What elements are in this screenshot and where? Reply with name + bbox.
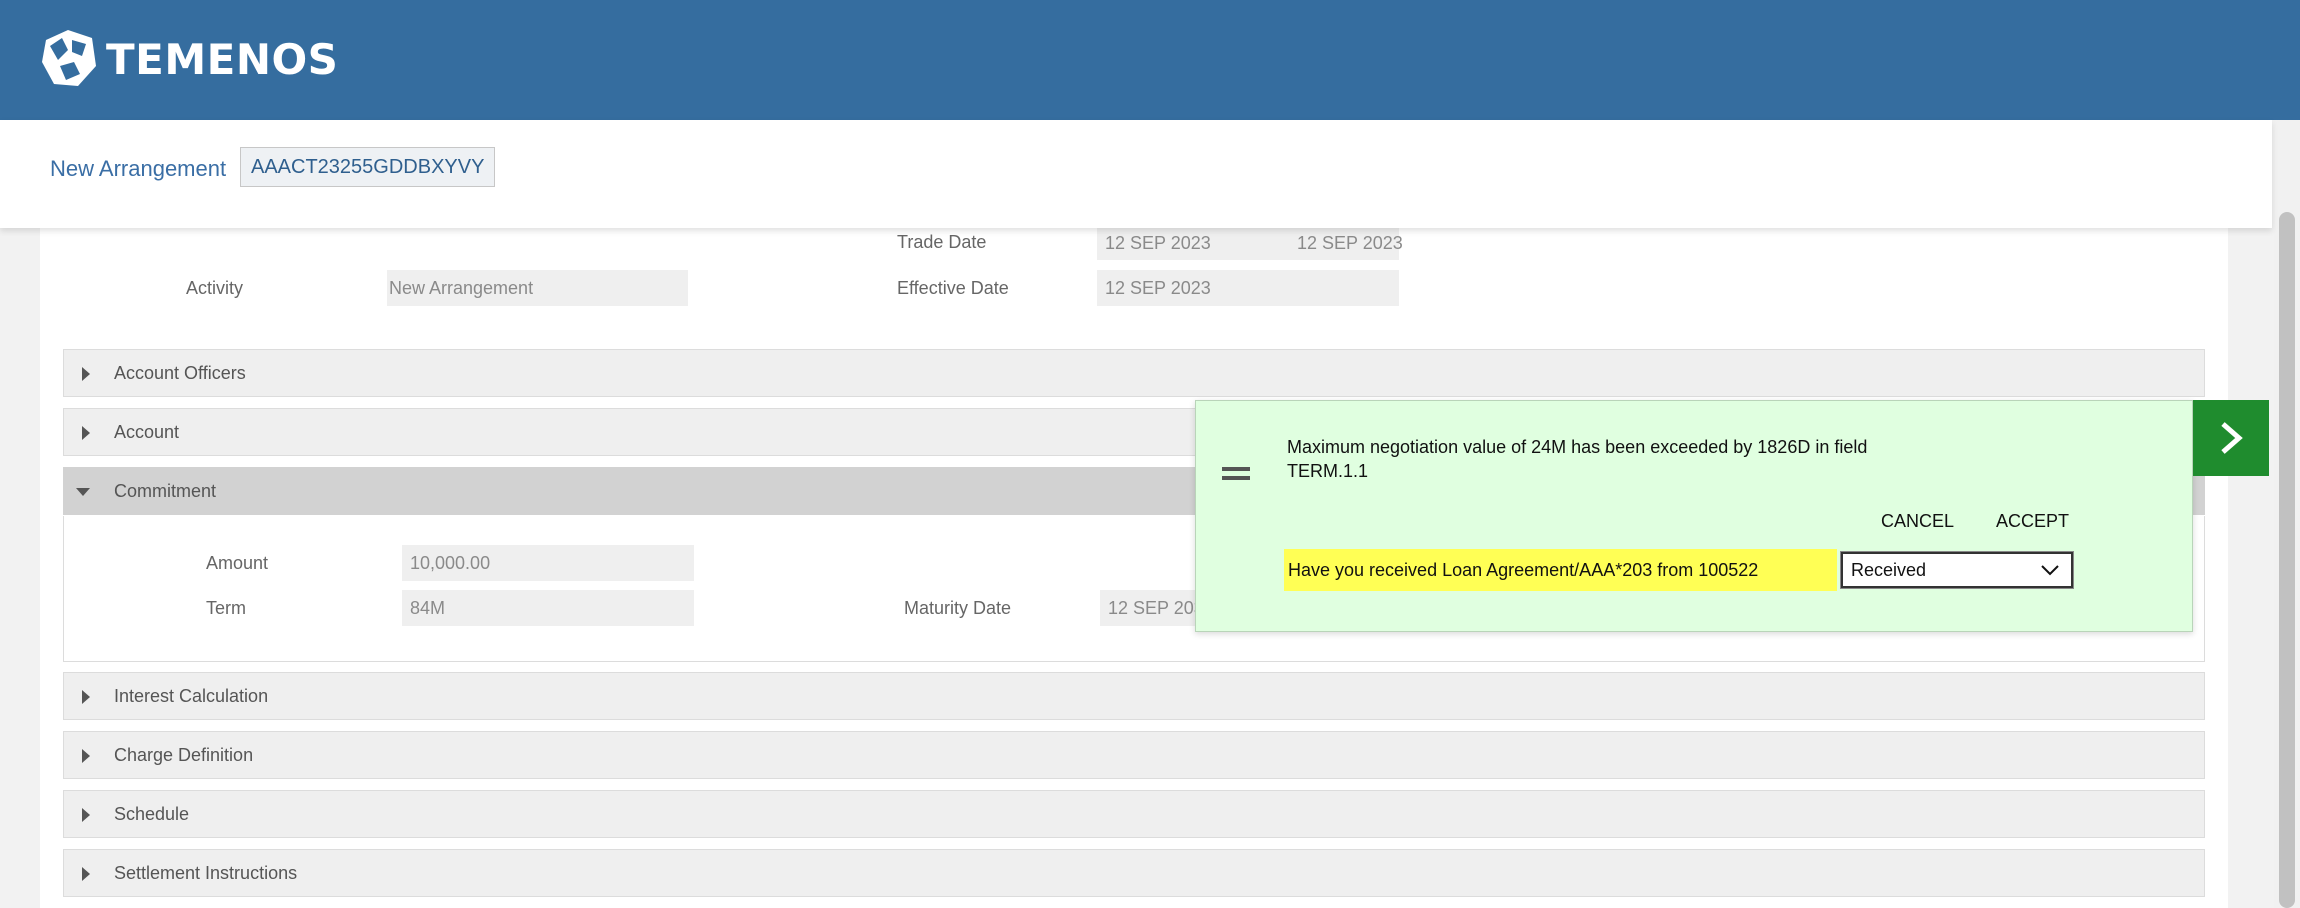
effective-date-value: 12 SEP 2023: [1105, 278, 1211, 298]
response-selected-value: Received: [1851, 560, 1927, 580]
amount-label: Amount: [206, 553, 269, 573]
cancel-button[interactable]: CANCEL: [1881, 511, 1954, 532]
term-field[interactable]: 84M: [402, 590, 694, 626]
expand-arrow-icon: [82, 690, 90, 704]
override-dialog: Maximum negotiation value of 24M has bee…: [1195, 400, 2193, 632]
section-schedule[interactable]: Schedule: [63, 790, 2205, 838]
scrollbar-thumb[interactable]: [2279, 212, 2295, 908]
collapse-arrow-icon: [76, 488, 90, 496]
trade-date-value: 12 SEP 2023: [1105, 233, 1211, 253]
response-select[interactable]: Received: [1840, 551, 2074, 589]
activity-value: New Arrangement: [389, 278, 534, 298]
section-label: Account Officers: [114, 363, 246, 383]
expand-arrow-icon: [82, 867, 90, 881]
arrangement-id-badge[interactable]: AAACT23255GDDBXYVY: [240, 147, 496, 187]
expand-arrow-icon: [82, 367, 90, 381]
trade-date-label: Trade Date: [897, 232, 987, 252]
accept-button[interactable]: ACCEPT: [1996, 511, 2069, 532]
override-question: Have you received Loan Agreement/AAA*203…: [1284, 549, 1837, 591]
maturity-date-label: Maturity Date: [904, 598, 1012, 618]
page-title: New Arrangement: [50, 156, 227, 181]
section-label: Schedule: [114, 804, 190, 824]
section-account-officers[interactable]: Account Officers: [63, 349, 2205, 397]
override-message: Maximum negotiation value of 24M has bee…: [1287, 437, 1868, 481]
chevron-down-icon: [2041, 565, 2059, 576]
page-subheader: New Arrangement AAACT23255GDDBXYVY: [0, 120, 2272, 228]
expand-arrow-icon: [82, 749, 90, 763]
globe-logo-icon: [42, 30, 96, 86]
section-settlement-instructions[interactable]: Settlement Instructions: [63, 849, 2205, 897]
drag-handle-icon[interactable]: [1222, 467, 1250, 481]
section-label: Settlement Instructions: [114, 863, 298, 883]
temenos-logo: TEMENOS: [38, 26, 338, 92]
section-charge-definition[interactable]: Charge Definition: [63, 731, 2205, 779]
section-interest-calculation[interactable]: Interest Calculation: [63, 672, 2205, 720]
top-header-bar: TEMENOS: [0, 0, 2300, 120]
section-label: Commitment: [114, 481, 217, 501]
trade-date-value-secondary: 12 SEP 2023: [1297, 233, 1403, 253]
next-button[interactable]: [2193, 400, 2269, 476]
activity-field[interactable]: New Arrangement: [387, 270, 688, 306]
section-label: Charge Definition: [114, 745, 254, 765]
amount-value: 10,000.00: [410, 553, 491, 573]
term-label: Term: [206, 598, 246, 618]
expand-arrow-icon: [82, 808, 90, 822]
section-label: Interest Calculation: [114, 686, 269, 706]
amount-field[interactable]: 10,000.00: [402, 545, 694, 581]
section-label: Account: [114, 422, 180, 442]
term-value: 84M: [410, 598, 446, 618]
effective-date-field[interactable]: 12 SEP 2023: [1097, 270, 1399, 306]
activity-label: Activity: [186, 278, 244, 298]
chevron-right-icon: [2221, 422, 2243, 454]
brand-name: TEMENOS: [106, 34, 339, 84]
expand-arrow-icon: [82, 426, 90, 440]
effective-date-label: Effective Date: [897, 278, 1009, 298]
